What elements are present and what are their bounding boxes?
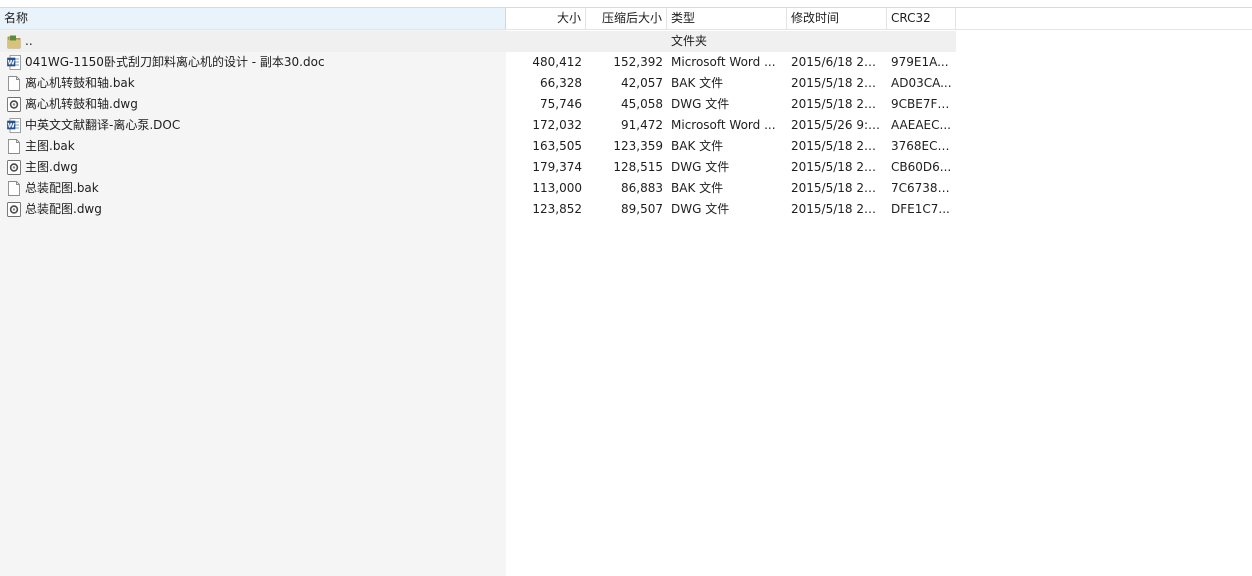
file-crc32: AAEAEC... [891, 118, 951, 132]
file-type: DWG 文件 [671, 97, 730, 111]
file-modified: 2015/6/18 21... [791, 55, 884, 69]
file-size: 123,852 [532, 202, 582, 216]
file-packed-size: 123,359 [613, 139, 663, 153]
file-type: BAK 文件 [671, 139, 724, 153]
file-type: Microsoft Word ... [671, 55, 776, 69]
file-row[interactable]: W 中英文文献翻译-离心泵.DOC 172,032 91,472 Microsoft W… [0, 115, 1252, 136]
file-modified: 2015/5/18 20... [791, 160, 884, 174]
file-name: 主图.dwg [25, 160, 78, 174]
file-crc32: 7C673874 [891, 181, 953, 195]
file-row[interactable]: 离心机转鼓和轴.dwg 75,746 45,058 DWG 文件 2015/5/18 2… [0, 94, 1252, 115]
file-crc32: 9CBE7F1B [891, 97, 954, 111]
file-size: 66,328 [540, 76, 582, 90]
file-size [506, 31, 586, 52]
file-name: 中英文文献翻译-离心泵.DOC [25, 118, 181, 132]
file-row[interactable]: 总装配图.bak 113,000 86,883 BAK 文件 2015/5/18 20.… [0, 178, 1252, 199]
file-size: 172,032 [532, 118, 582, 132]
file-crc32 [887, 31, 956, 52]
file-type: BAK 文件 [671, 181, 724, 195]
column-header-size[interactable]: 大小 [506, 8, 586, 29]
column-header-crc32[interactable]: CRC32 [887, 8, 956, 29]
file-name: .. [25, 34, 33, 48]
window-top-edge [0, 0, 1252, 8]
file-packed-size: 91,472 [621, 118, 663, 132]
file-packed-size: 89,507 [621, 202, 663, 216]
file-packed-size: 42,057 [621, 76, 663, 90]
column-header-name[interactable]: 名称 ^ [0, 8, 506, 29]
file-type: Microsoft Word ... [671, 118, 776, 132]
file-modified: 2015/5/18 20... [791, 139, 884, 153]
column-header-type[interactable]: 类型 [667, 8, 787, 29]
file-modified: 2015/5/26 9:52 [791, 118, 884, 132]
column-header-name-label: 名称 [4, 11, 29, 25]
file-packed-size: 152,392 [613, 55, 663, 69]
file-size: 163,505 [532, 139, 582, 153]
file-modified: 2015/5/18 20... [791, 76, 884, 90]
file-type: DWG 文件 [671, 160, 730, 174]
file-size: 480,412 [532, 55, 582, 69]
file-row[interactable]: 总装配图.dwg 123,852 89,507 DWG 文件 2015/5/18 20.… [0, 199, 1252, 220]
file-crc32: AD03CA... [891, 76, 952, 90]
file-row[interactable]: 离心机转鼓和轴.bak 66,328 42,057 BAK 文件 2015/5/18 2… [0, 73, 1252, 94]
file-type: BAK 文件 [671, 76, 724, 90]
file-packed-size: 86,883 [621, 181, 663, 195]
file-row[interactable]: W 041WG-1150卧式刮刀卸料离心机的设计 - 副本30.doc 480,41… [0, 52, 1252, 73]
sort-ascending-icon: ^ [247, 8, 255, 14]
file-size: 113,000 [532, 181, 582, 195]
column-header-modified[interactable]: 修改时间 [787, 8, 887, 29]
file-crc32: 979E1A... [891, 55, 949, 69]
file-name: 主图.bak [25, 139, 75, 153]
file-type: 文件夹 [671, 34, 708, 48]
file-type: DWG 文件 [671, 202, 730, 216]
file-name: 041WG-1150卧式刮刀卸料离心机的设计 - 副本30.doc [25, 55, 325, 69]
file-size: 75,746 [540, 97, 582, 111]
column-header-packed-size[interactable]: 压缩后大小 [586, 8, 667, 29]
file-name: 总装配图.dwg [25, 202, 102, 216]
file-modified: 2015/5/18 20... [791, 202, 884, 216]
file-crc32: 3768ECF8 [891, 139, 953, 153]
file-crc32: CB60D6... [891, 160, 952, 174]
file-name: 离心机转鼓和轴.dwg [25, 97, 138, 111]
file-packed-size [586, 31, 667, 52]
file-packed-size: 128,515 [613, 160, 663, 174]
file-modified [787, 31, 887, 52]
file-name: 离心机转鼓和轴.bak [25, 76, 135, 90]
file-name: 总装配图.bak [25, 181, 99, 195]
file-modified: 2015/5/18 20... [791, 97, 884, 111]
file-modified: 2015/5/18 20... [791, 181, 884, 195]
file-crc32: DFE1C7... [891, 202, 950, 216]
file-row[interactable]: 主图.dwg 179,374 128,515 DWG 文件 2015/5/18 20..… [0, 157, 1252, 178]
column-header-row: 名称 ^ 大小 压缩后大小 类型 修改时间 CRC32 [0, 8, 1252, 30]
file-size: 179,374 [532, 160, 582, 174]
file-packed-size: 45,058 [621, 97, 663, 111]
parent-directory-row[interactable]: .. 文件夹 [0, 31, 1252, 52]
file-row[interactable]: 主图.bak 163,505 123,359 BAK 文件 2015/5/18 20..… [0, 136, 1252, 157]
